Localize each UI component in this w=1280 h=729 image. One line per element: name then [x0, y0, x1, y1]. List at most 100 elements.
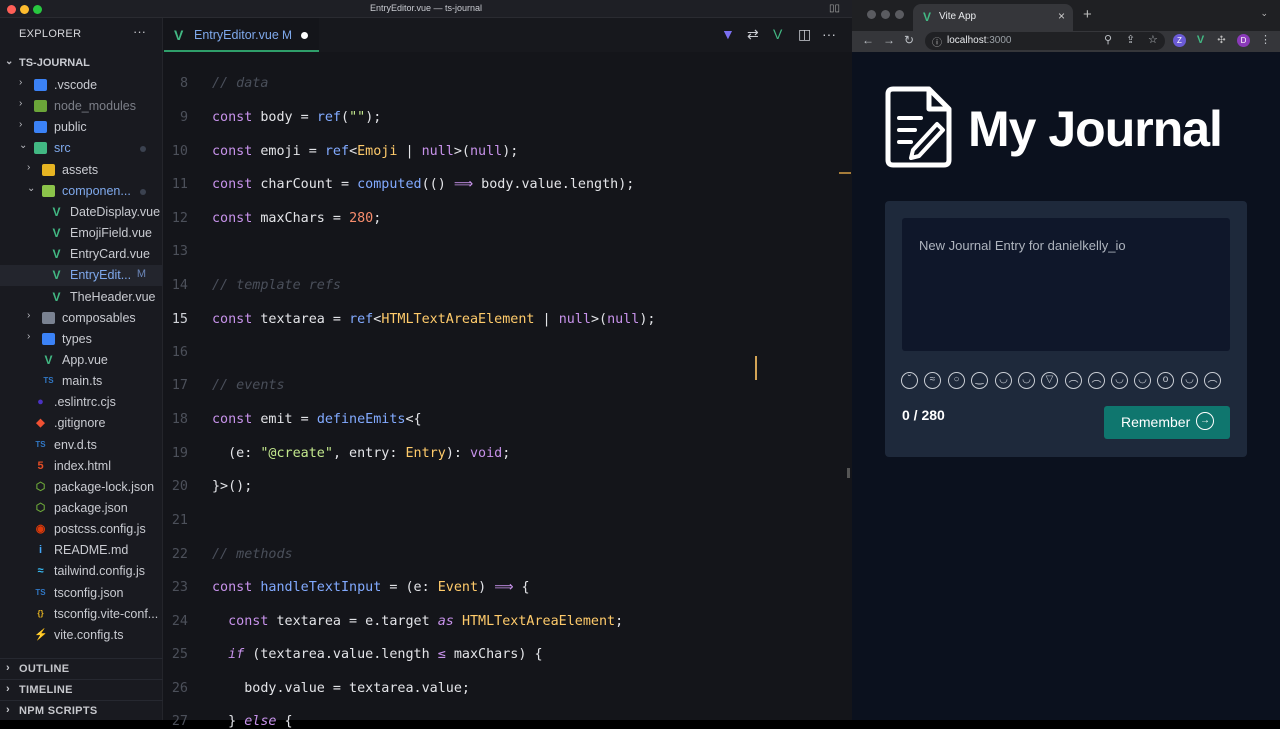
browser-tab-strip: V Vite App × + ⌄ — [852, 0, 1280, 31]
share-icon[interactable]: ⇪ — [1126, 33, 1135, 46]
tree-item-folder-assets[interactable]: › assets — [0, 160, 163, 181]
file-type-icon: ◆ — [36, 417, 45, 430]
tree-item-file-app-vue[interactable]: V App.vue — [0, 350, 163, 371]
tree-item-file-entry-card[interactable]: V EntryCard.vue — [0, 244, 163, 265]
tab-entry-editor[interactable]: V EntryEditor.vue M — [164, 18, 319, 52]
emoji-content-icon[interactable]: ◡ — [1134, 372, 1151, 389]
tree-item-file-tailwind-config[interactable]: ≈ tailwind.config.js — [0, 561, 163, 582]
tree-item-folder-components[interactable]: ⌄ componen... — [0, 181, 163, 202]
tree-item-folder-composables[interactable]: › composables — [0, 308, 163, 329]
tree-item-folder-types[interactable]: › types — [0, 329, 163, 350]
tree-item-file-vite-config[interactable]: ⚡ vite.config.ts — [0, 625, 163, 646]
entry-editor-card: New Journal Entry for danielkelly_io ˘ ≈… — [885, 201, 1247, 457]
editor-tab-bar: V EntryEditor.vue M ▼ ⇄ V ◫ ··· — [164, 18, 852, 52]
tree-item-file-tsconfig[interactable]: TS tsconfig.json — [0, 583, 163, 604]
tree-item-file-the-header[interactable]: V TheHeader.vue — [0, 287, 163, 308]
code-area[interactable]: 8 9 10 11 12 13 14 15 16 17 18 19 20 21 22 23 24 25 26 27 /… — [164, 60, 852, 729]
outline-panel[interactable]: › OUTLINE — [0, 658, 163, 678]
emoji-frown-icon[interactable]: ︵ — [1065, 372, 1082, 389]
chevron-down-icon: ⌄ — [27, 182, 36, 194]
compare-changes-icon[interactable]: ⇄ — [747, 26, 759, 43]
chevron-right-icon: › — [27, 309, 31, 321]
code-line: // data — [212, 76, 269, 91]
code-editor: V EntryEditor.vue M ▼ ⇄ V ◫ ··· 8 9 10 11 12… — [164, 18, 852, 729]
tree-item-label: package-lock.json — [54, 479, 155, 494]
tree-item-folder-src[interactable]: ⌄ src — [0, 138, 163, 159]
tree-item-file-postcss-config[interactable]: ◉ postcss.config.js — [0, 519, 163, 540]
code-line: if (textarea.value.length ≤ maxChars) { — [228, 647, 543, 662]
vue-devtools-icon[interactable]: V — [1194, 34, 1207, 47]
browser-menu-icon[interactable]: ⋮ — [1260, 33, 1271, 46]
close-window-button[interactable] — [867, 10, 876, 19]
tree-item-file-index-html[interactable]: 5 index.html — [0, 456, 163, 477]
maximize-window-button[interactable] — [895, 10, 904, 19]
code-line: const textarea = ref<HTMLTextAreaElement… — [212, 312, 656, 327]
npm-scripts-panel[interactable]: › NPM SCRIPTS — [0, 700, 163, 720]
tree-item-file-package-json[interactable]: ⬡ package.json — [0, 498, 163, 519]
emoji-tongue-icon[interactable]: ◡ — [1181, 372, 1198, 389]
new-tab-button[interactable]: + — [1083, 6, 1092, 23]
tree-item-file-date-display[interactable]: V DateDisplay.vue — [0, 202, 163, 223]
emoji-pensive-icon[interactable]: ˘ — [901, 372, 918, 389]
tree-item-folder-vscode[interactable]: › .vscode — [0, 75, 163, 96]
tree-item-label: tsconfig.vite-conf... — [54, 606, 159, 621]
tree-item-folder-node-modules[interactable]: › node_modules — [0, 96, 163, 117]
back-icon[interactable]: ← — [862, 33, 874, 47]
scrollbar[interactable] — [847, 468, 850, 478]
emoji-happy-icon[interactable]: ◡ — [1111, 372, 1128, 389]
emoji-surprised-icon[interactable]: o — [1157, 372, 1174, 389]
tree-item-label: README.md — [54, 543, 129, 558]
tree-item-file-env-d-ts[interactable]: TS env.d.ts — [0, 435, 163, 456]
project-root[interactable]: ⌄ TS-JOURNAL — [0, 54, 163, 75]
vue-file-icon: V — [52, 268, 61, 283]
extension-icon[interactable]: Z — [1173, 34, 1186, 47]
tree-item-file-main-ts[interactable]: TS main.ts — [0, 371, 163, 392]
emoji-smile-icon[interactable]: ◡ — [995, 372, 1012, 389]
folder-icon — [34, 142, 47, 155]
entry-textarea[interactable]: New Journal Entry for danielkelly_io — [902, 218, 1230, 351]
window-title: EntryEditor.vue — ts-journal — [369, 3, 483, 13]
more-actions-icon[interactable]: ··· — [822, 26, 836, 42]
bookmark-star-icon[interactable]: ☆ — [1148, 33, 1158, 46]
emoji-sad-icon[interactable]: ︵ — [1088, 372, 1105, 389]
split-editor-icon[interactable]: ◫ — [798, 26, 811, 43]
tree-item-file-package-lock[interactable]: ⬡ package-lock.json — [0, 477, 163, 498]
arrow-right-icon: → — [1196, 412, 1214, 430]
tree-item-label: package.json — [54, 501, 128, 515]
close-tab-icon[interactable]: × — [1058, 9, 1065, 23]
tree-item-file-gitignore[interactable]: ◆ .gitignore — [0, 413, 163, 434]
unsaved-dot-icon[interactable] — [301, 32, 308, 39]
tree-item-file-emoji-field[interactable]: V EmojiField.vue — [0, 223, 163, 244]
forward-icon[interactable]: → — [883, 33, 895, 47]
more-actions-icon[interactable]: ··· — [133, 24, 146, 39]
extensions-puzzle-icon[interactable]: ✣ — [1215, 34, 1228, 47]
emoji-laugh-icon[interactable]: ▽ — [1041, 372, 1058, 389]
vue-preview-icon[interactable]: V — [773, 26, 782, 42]
emoji-screaming-icon[interactable]: ○ — [948, 372, 965, 389]
entry-placeholder: New Journal Entry for danielkelly_io — [919, 238, 1126, 253]
vite-icon[interactable]: ▼ — [721, 26, 735, 42]
tree-item-file-entry-editor[interactable]: V EntryEdit... M — [0, 265, 163, 287]
line-number: 25 — [171, 647, 188, 662]
tree-item-file-eslintrc[interactable]: ● .eslintrc.cjs — [0, 392, 163, 413]
timeline-panel[interactable]: › TIMELINE — [0, 679, 163, 699]
chevron-down-icon[interactable]: ⌄ — [1260, 8, 1268, 19]
reload-icon[interactable]: ↻ — [904, 33, 914, 47]
layout-icon[interactable]: ▯▯ — [829, 3, 840, 14]
emoji-wink-icon[interactable]: ◡ — [1018, 372, 1035, 389]
zoom-icon[interactable]: ⚲ — [1104, 33, 1112, 46]
line-number: 11 — [171, 177, 188, 192]
file-type-icon: ⬡ — [35, 480, 46, 493]
emoji-grin-icon[interactable]: ‿ — [971, 372, 988, 389]
info-icon[interactable]: ⓘ — [932, 34, 942, 49]
tree-item-folder-public[interactable]: › public — [0, 117, 163, 138]
profile-avatar[interactable]: D — [1237, 34, 1250, 47]
tree-item-file-readme[interactable]: i README.md — [0, 540, 163, 561]
remember-button[interactable]: Remember → — [1104, 406, 1230, 439]
emoji-dizzy-icon[interactable]: ≈ — [924, 372, 941, 389]
browser-tab[interactable]: V Vite App × — [913, 4, 1073, 31]
tree-item-file-tsconfig-vite[interactable]: {} tsconfig.vite-conf... — [0, 604, 163, 625]
emoji-unhappy-icon[interactable]: ︵ — [1204, 372, 1221, 389]
tree-item-label: public — [54, 120, 87, 135]
minimize-window-button[interactable] — [881, 10, 890, 19]
